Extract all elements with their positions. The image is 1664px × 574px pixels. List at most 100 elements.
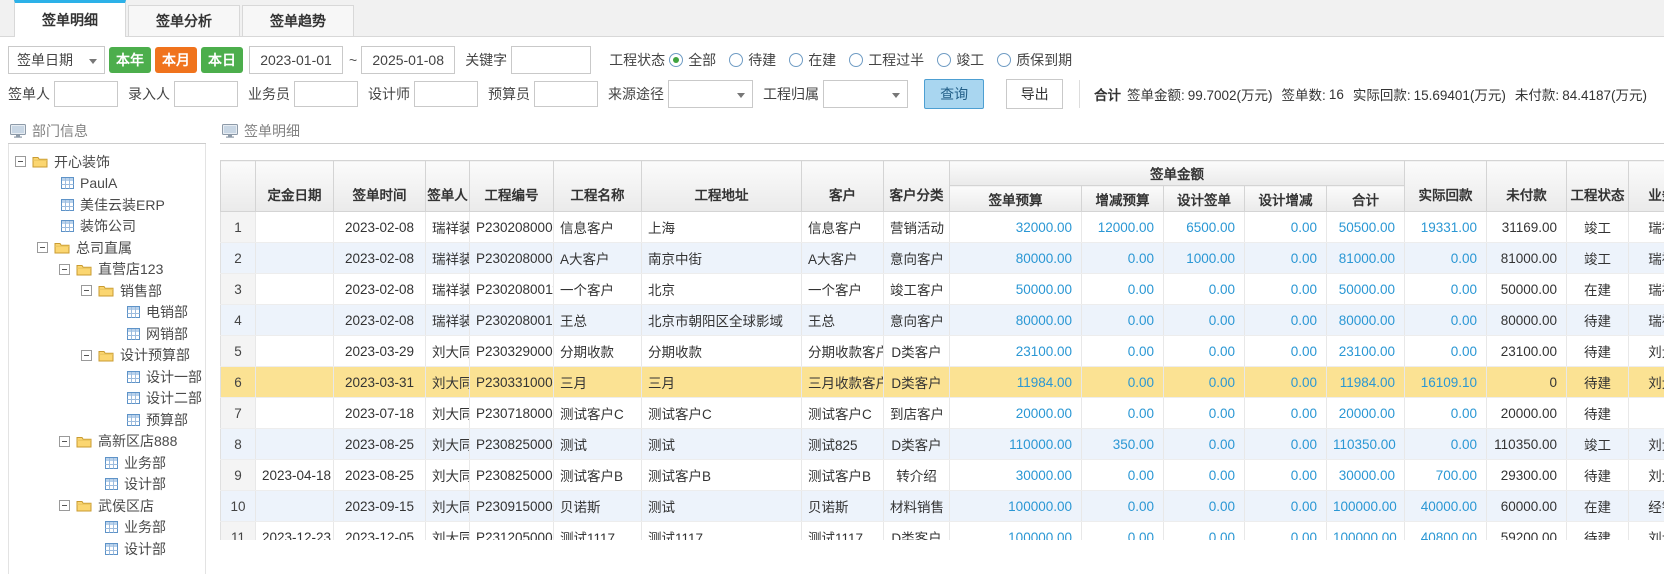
department-grid-icon [127,414,140,426]
column-header-received[interactable]: 实际回款 [1405,161,1487,212]
status-radio-warranty[interactable]: 质保到期 [997,50,1072,70]
quick-button-this-day[interactable]: 本日 [201,47,243,73]
cell-project_name: 分期收款 [554,336,642,367]
status-radio-building[interactable]: 在建 [789,50,836,70]
tree-collapse-icon[interactable] [37,242,48,253]
cell-customer: 测试客户B [802,460,884,491]
status-radio-finished[interactable]: 竣工 [937,50,984,70]
tree-node-13[interactable]: 高新区店888 [9,431,205,453]
tree-collapse-icon[interactable] [15,156,26,167]
tree-collapse-icon[interactable] [59,264,70,275]
cell-customer_type: D类客户 [884,429,950,460]
cell-signer: 刘大同 [426,491,470,522]
department-grid-icon [61,199,74,211]
source-select[interactable] [668,80,753,108]
cell-design_sign: 0.00 [1164,522,1245,541]
designer-input[interactable] [414,81,478,107]
tree-collapse-icon[interactable] [81,350,92,361]
column-header-customer[interactable]: 客户 [802,161,884,212]
tab-sign-trend[interactable]: 签单趋势 [242,5,354,36]
tree-node-7[interactable]: 电销部 [9,302,205,324]
detail-panel-title: 签单明细 [220,121,1664,144]
table-row[interactable]: 112023-12-232023-12-05刘大同P2312050002测试11… [221,522,1664,541]
tab-sign-analysis[interactable]: 签单分析 [128,5,240,36]
tree-collapse-icon[interactable] [81,285,92,296]
table-row[interactable]: 32023-02-08瑞祥装P2302080011一个客户北京一个客户竣工客户5… [221,274,1664,305]
column-header-project_name[interactable]: 工程名称 [554,161,642,212]
column-header-total[interactable]: 合计 [1327,186,1405,212]
tree-node-15[interactable]: 设计部 [9,474,205,496]
table-row[interactable]: 52023-03-29刘大同P2303290003分期收款分期收款分期收款客户D… [221,336,1664,367]
entry-label: 录入人 [128,84,170,104]
tree-collapse-icon[interactable] [59,500,70,511]
date-field-select[interactable]: 签单日期 [8,46,105,74]
cell-project_no: P2312050002 [470,522,554,541]
status-radio-halfway[interactable]: 工程过半 [849,50,924,70]
cell-deposit_date: 2023-12-23 [256,522,334,541]
column-header-status[interactable]: 工程状态 [1567,161,1629,212]
belong-select[interactable] [823,80,908,108]
column-header-design_sign[interactable]: 设计签单 [1164,186,1245,212]
quick-button-this-year[interactable]: 本年 [109,47,151,73]
tree-node-12[interactable]: 预算部 [9,409,205,431]
department-grid-icon [105,543,118,555]
keyword-input[interactable] [511,46,591,74]
tree-node-14[interactable]: 业务部 [9,452,205,474]
tree-node-label: 设计预算部 [120,345,190,365]
tree-node-1[interactable]: PaulA [9,173,205,195]
tree-node-10[interactable]: 设计一部 [9,366,205,388]
tree-node-5[interactable]: 直营店123 [9,259,205,281]
table-row[interactable]: 82023-08-25刘大同P2308250003测试测试测试825D类客户11… [221,429,1664,460]
signer-input[interactable] [54,81,118,107]
cell-customer: 贝诺斯 [802,491,884,522]
tree-node-4[interactable]: 总司直属 [9,237,205,259]
column-header-salesman[interactable]: 业务员 [1629,161,1664,212]
tree-node-18[interactable]: 设计部 [9,538,205,560]
column-header-signer[interactable]: 签单人 [426,161,470,212]
cell-total: 81000.00 [1327,243,1405,274]
cell-received: 40800.00 [1405,522,1487,541]
table-row[interactable]: 102023-09-15刘大同P2309150002贝诺斯测试贝诺斯材料销售10… [221,491,1664,522]
tree-node-11[interactable]: 设计二部 [9,388,205,410]
entry-input[interactable] [174,81,238,107]
tree-node-17[interactable]: 业务部 [9,517,205,539]
tree-node-3[interactable]: 装饰公司 [9,216,205,238]
export-button[interactable]: 导出 [1006,79,1063,109]
column-header-sign_date[interactable]: 签单时间 [334,161,426,212]
tree-node-0[interactable]: 开心装饰 [9,151,205,173]
column-header-address[interactable]: 工程地址 [642,161,802,212]
budgeter-input[interactable] [534,81,598,107]
tree-node-9[interactable]: 设计预算部 [9,345,205,367]
column-header-design_adj[interactable]: 设计增减 [1245,186,1327,212]
tree-node-6[interactable]: 销售部 [9,280,205,302]
tab-sign-detail[interactable]: 签单明细 [14,0,126,37]
table-row[interactable]: 92023-04-182023-08-25刘大同P2308250005测试客户B… [221,460,1664,491]
tree-collapse-icon[interactable] [59,436,70,447]
table-row[interactable]: 12023-02-08瑞祥装P2302080003信息客户上海信息客户营销活动3… [221,212,1664,243]
status-radio-all[interactable]: 全部 [669,50,716,70]
date-from-input[interactable]: 2023-01-01 [249,46,343,74]
column-header-budget_adj[interactable]: 增减预算 [1082,186,1164,212]
table-row[interactable]: 62023-03-31刘大同P2303310005三月三月三月收款客户测D类客户… [221,367,1664,398]
table-row[interactable]: 42023-02-08瑞祥装P2302080013王总北京市朝阳区全球影域王总意… [221,305,1664,336]
status-radio-pending[interactable]: 待建 [729,50,776,70]
column-header-deposit_date[interactable]: 定金日期 [256,161,334,212]
column-header-unpaid[interactable]: 未付款 [1487,161,1567,212]
tree-node-8[interactable]: 网销部 [9,323,205,345]
summary-value-0: 99.7002(万元) [1188,84,1273,104]
salesman-input[interactable] [294,81,358,107]
cell-received: 700.00 [1405,460,1487,491]
salesman-label: 业务员 [248,84,290,104]
cell-address: 测试客户C [642,398,802,429]
tree-node-16[interactable]: 武侯区店 [9,495,205,517]
quick-button-this-month[interactable]: 本月 [155,47,197,73]
table-row[interactable]: 22023-02-08瑞祥装P2302080009A大客户南京中街A大客户意向客… [221,243,1664,274]
query-button[interactable]: 查询 [924,79,984,109]
cell-design_adj: 0.00 [1245,367,1327,398]
table-row[interactable]: 72023-07-18刘大同P2307180002测试客户C测试客户C测试客户C… [221,398,1664,429]
column-header-budget[interactable]: 签单预算 [950,186,1082,212]
column-header-customer_type[interactable]: 客户分类 [884,161,950,212]
column-header-project_no[interactable]: 工程编号 [470,161,554,212]
tree-node-2[interactable]: 美佳云装ERP [9,194,205,216]
date-to-input[interactable]: 2025-01-08 [361,46,455,74]
